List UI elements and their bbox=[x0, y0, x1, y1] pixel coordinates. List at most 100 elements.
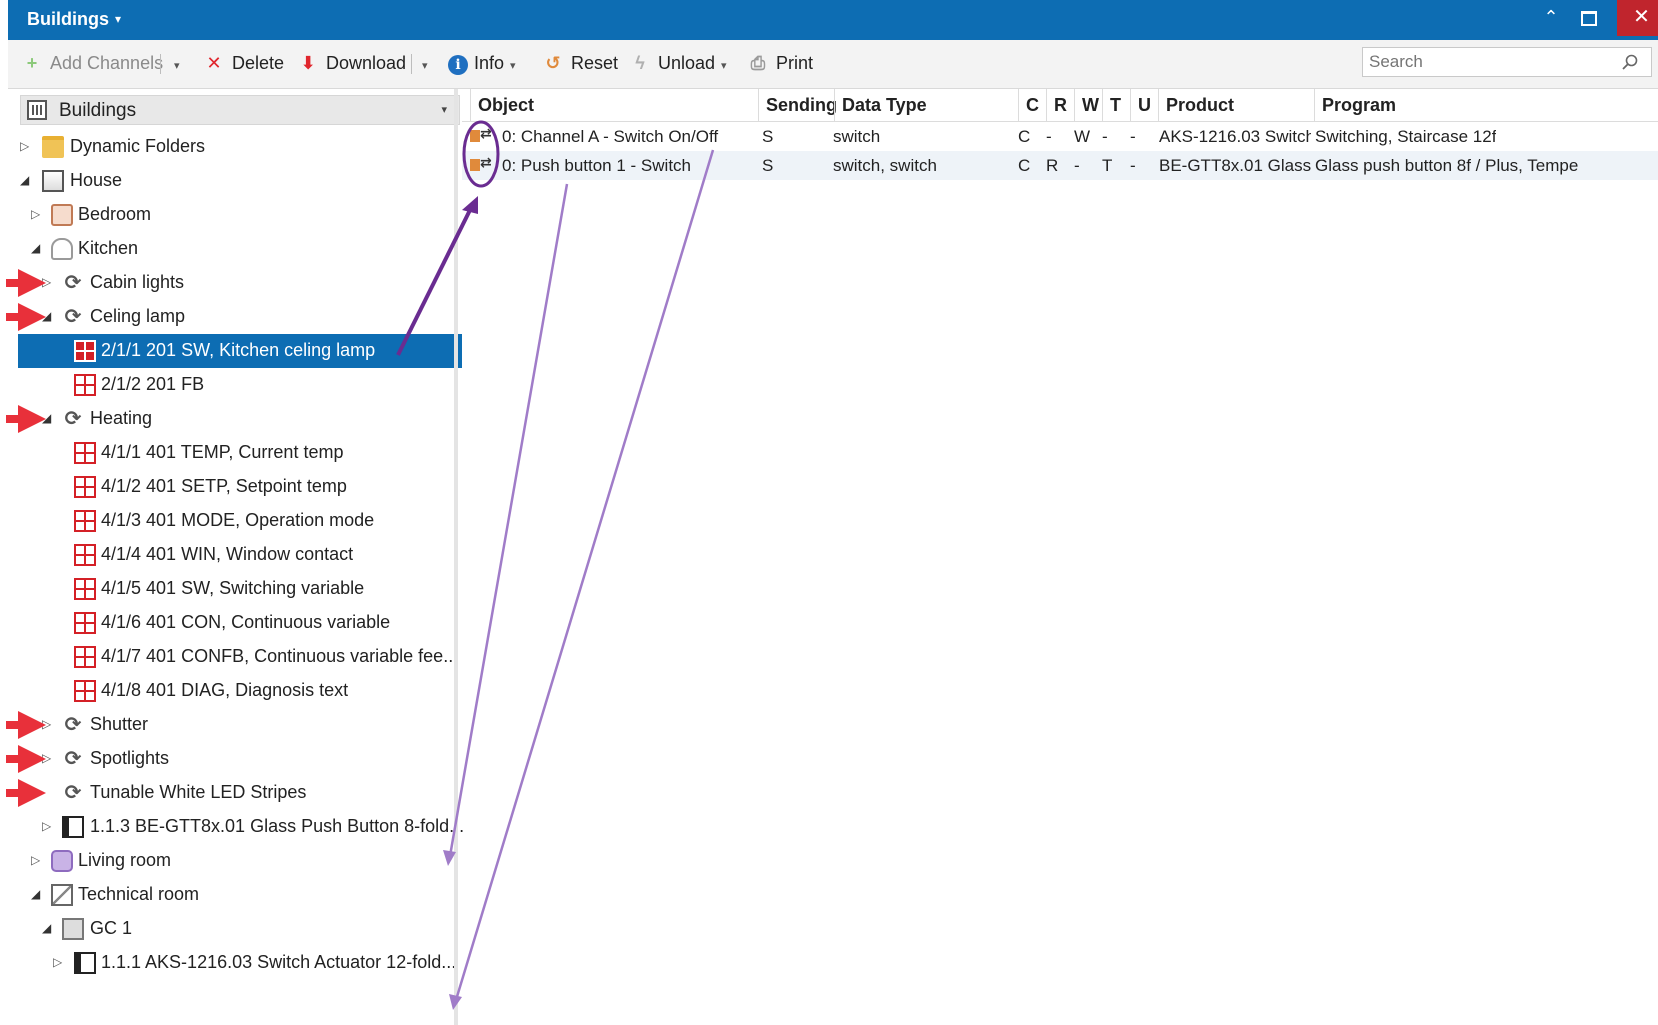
annotation-red-arrow bbox=[6, 745, 46, 773]
print-button[interactable]: ⎙ Print bbox=[746, 50, 813, 76]
function-icon: ⟳ bbox=[64, 714, 82, 736]
tree-item[interactable]: ▷ 1.1.1 AKS-1216.03 Switch Actuator 12-fo… bbox=[8, 946, 462, 980]
column-w[interactable]: W bbox=[1074, 89, 1102, 121]
tree-item[interactable]: ▷ Bedroom bbox=[8, 198, 462, 232]
panel-splitter[interactable] bbox=[454, 89, 458, 1025]
collapse-button[interactable]: ⌃ bbox=[1530, 0, 1572, 36]
delete-label: Delete bbox=[232, 53, 285, 73]
expand-arrow-icon[interactable]: ▷ bbox=[42, 819, 51, 833]
info-button[interactable]: i Info ▾ bbox=[448, 50, 516, 76]
column-c[interactable]: C bbox=[1018, 89, 1046, 121]
group-address-icon bbox=[74, 340, 96, 362]
cell-product: BE-GTT8x.01 Glass... bbox=[1159, 156, 1311, 175]
tree-item[interactable]: ◢ GC 1 bbox=[8, 912, 462, 946]
column-object[interactable]: Object bbox=[470, 89, 758, 121]
tree-item-label: Bedroom bbox=[78, 204, 152, 224]
chevron-down-icon: ▾ bbox=[510, 60, 516, 72]
delete-button[interactable]: ✕ Delete bbox=[202, 50, 284, 76]
chevron-down-icon: ▾ bbox=[441, 104, 447, 116]
tree-item[interactable]: 2/1/2 201 FB bbox=[8, 368, 462, 402]
tree-item-label: 4/1/7 401 CONFB, Continuous variable fee… bbox=[101, 646, 459, 666]
collapse-arrow-icon[interactable]: ◢ bbox=[31, 241, 40, 255]
cell-sending: S bbox=[762, 156, 774, 175]
add-channels-label: Add Channels bbox=[50, 53, 164, 73]
tree-item-label: 4/1/8 401 DIAG, Diagnosis text bbox=[101, 680, 349, 700]
buildings-tree-panel: Buildings ▾ ▷ Dynamic Folders ◢ House ▷ Bedro… bbox=[8, 89, 464, 1025]
window-title-dropdown[interactable]: Buildings ▾ bbox=[27, 9, 121, 30]
tree-item[interactable]: 4/1/2 401 SETP, Setpoint temp bbox=[8, 470, 462, 504]
tree-view-selector[interactable]: Buildings ▾ bbox=[20, 95, 460, 125]
close-button[interactable]: ✕ bbox=[1617, 0, 1658, 36]
maximize-button[interactable] bbox=[1568, 0, 1610, 36]
expand-arrow-icon[interactable]: ▷ bbox=[31, 207, 40, 221]
cell-t: - bbox=[1102, 127, 1108, 146]
print-label: Print bbox=[776, 53, 814, 73]
tree-item-label: Cabin lights bbox=[90, 272, 185, 292]
download-button[interactable]: ⬇ Download bbox=[296, 50, 406, 76]
tree-item[interactable]: ▷ ⟳ Shutter bbox=[8, 708, 462, 742]
tree-item[interactable]: 4/1/6 401 CON, Continuous variable bbox=[8, 606, 462, 640]
tree-item[interactable]: ▷ 1.1.3 BE-GTT8x.01 Glass Push Button 8-f… bbox=[8, 810, 464, 844]
download-dropdown[interactable]: ▾ bbox=[416, 50, 428, 76]
tree-item[interactable]: ◢ ⟳ Celing lamp bbox=[8, 300, 462, 334]
group-object-icon: ⇄ bbox=[470, 126, 492, 148]
annotation-red-arrow bbox=[6, 779, 46, 807]
search-input[interactable] bbox=[1362, 47, 1652, 77]
expand-arrow-icon[interactable]: ▷ bbox=[53, 955, 62, 969]
tree-item[interactable]: ▷ Living room bbox=[8, 844, 462, 878]
column-data-type[interactable]: Data Type bbox=[834, 89, 1018, 121]
tree-item[interactable]: ▷ Dynamic Folders bbox=[8, 130, 462, 164]
add-channels-dropdown[interactable]: ▾ bbox=[168, 50, 180, 76]
expand-arrow-icon[interactable]: ▷ bbox=[20, 139, 29, 153]
column-r[interactable]: R bbox=[1046, 89, 1074, 121]
bed-icon bbox=[51, 204, 73, 226]
tree-item-label: 4/1/3 401 MODE, Operation mode bbox=[101, 510, 375, 530]
collapse-arrow-icon[interactable]: ◢ bbox=[42, 921, 51, 935]
tree-item[interactable]: 2/1/1 201 SW, Kitchen celing lamp bbox=[18, 334, 462, 368]
tree-item[interactable]: 4/1/1 401 TEMP, Current temp bbox=[8, 436, 462, 470]
tree-item[interactable]: ◢ Kitchen bbox=[8, 232, 462, 266]
group-address-icon bbox=[74, 578, 96, 600]
column-product[interactable]: Product bbox=[1158, 89, 1314, 121]
house-icon bbox=[42, 170, 64, 192]
tree-item-label: Shutter bbox=[90, 714, 149, 734]
group-address-icon bbox=[74, 646, 96, 668]
tree-item[interactable]: ▷ ⟳ Cabin lights bbox=[8, 266, 462, 300]
tree-item[interactable]: 4/1/5 401 SW, Switching variable bbox=[8, 572, 462, 606]
group-address-icon bbox=[74, 680, 96, 702]
reset-label: Reset bbox=[571, 53, 619, 73]
tree-item[interactable]: ⟳ Tunable White LED Stripes bbox=[8, 776, 462, 810]
column-t[interactable]: T bbox=[1102, 89, 1130, 121]
tree-item[interactable]: 4/1/3 401 MODE, Operation mode bbox=[8, 504, 462, 538]
table-row[interactable]: ⇄ 0: Channel A - Switch On/Off Sswitch C - W -… bbox=[462, 122, 1658, 151]
info-icon: i bbox=[448, 55, 468, 75]
expand-arrow-icon[interactable]: ▷ bbox=[31, 853, 40, 867]
search-icon[interactable] bbox=[1622, 54, 1638, 70]
toolbar: + Add Channels ▾ ✕ Delete ⬇ Download ▾ i Inf… bbox=[8, 40, 1658, 89]
tree-item[interactable]: 4/1/7 401 CONFB, Continuous variable fee… bbox=[8, 640, 462, 674]
tree-item[interactable]: ▷ ⟳ Spotlights bbox=[8, 742, 462, 776]
column-u[interactable]: U bbox=[1130, 89, 1158, 121]
collapse-arrow-icon[interactable]: ◢ bbox=[31, 887, 40, 901]
cell-sending: S bbox=[762, 127, 774, 146]
column-sending[interactable]: Sending bbox=[758, 89, 837, 121]
unload-button[interactable]: ϟ Unload ▾ bbox=[628, 50, 726, 76]
group-address-icon bbox=[74, 510, 96, 532]
tree-item[interactable]: 4/1/4 401 WIN, Window contact bbox=[8, 538, 462, 572]
tree-item[interactable]: 4/1/8 401 DIAG, Diagnosis text bbox=[8, 674, 462, 708]
tree-item[interactable]: ◢ House bbox=[8, 164, 462, 198]
collapse-arrow-icon[interactable]: ◢ bbox=[20, 173, 29, 187]
annotation-red-arrow bbox=[6, 303, 46, 331]
unload-icon: ϟ bbox=[635, 53, 645, 73]
toolbar-separator bbox=[160, 54, 161, 74]
add-channels-button[interactable]: + Add Channels bbox=[20, 50, 163, 76]
tree-item-label: 4/1/2 401 SETP, Setpoint temp bbox=[101, 476, 347, 496]
cell-c: C bbox=[1018, 156, 1031, 175]
column-program[interactable]: Program bbox=[1314, 89, 1658, 121]
maximize-icon bbox=[1581, 10, 1597, 26]
tree-item[interactable]: ◢ ⟳ Heating bbox=[8, 402, 462, 436]
cell-program: Glass push button 8f / Plus, Tempe bbox=[1315, 156, 1579, 175]
reset-button[interactable]: ↺ Reset bbox=[541, 50, 618, 76]
table-row[interactable]: ⇄ 0: Push button 1 - Switch Sswitch, switc… bbox=[462, 151, 1658, 180]
tree-item[interactable]: ◢ Technical room bbox=[8, 878, 462, 912]
